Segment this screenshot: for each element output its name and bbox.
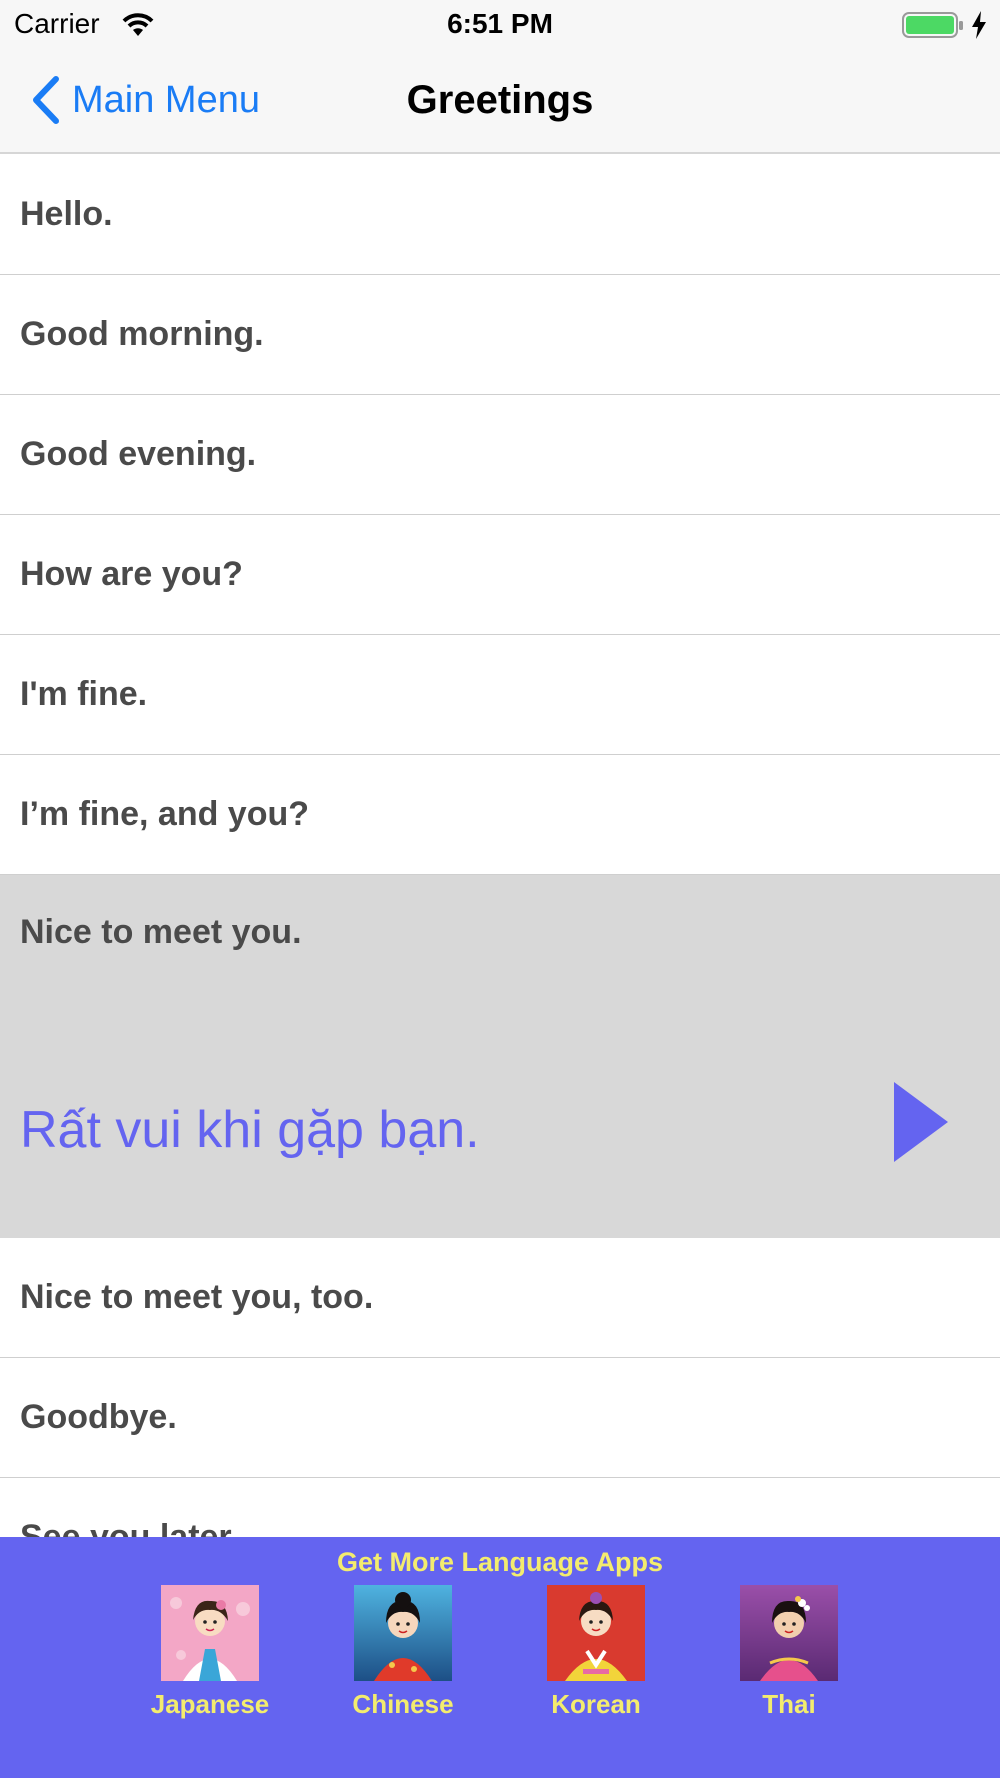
phrase-row[interactable]: Nice to meet you, too.: [0, 1238, 1000, 1358]
chinese-app-label: Chinese: [352, 1689, 454, 1719]
promo-title: Get More Language Apps: [336, 1547, 664, 1577]
chinese-girl-avatar-icon: [354, 1585, 452, 1681]
phrase-row[interactable]: Hello.: [0, 155, 1000, 275]
japanese-app-link[interactable]: Japanese: [125, 1585, 295, 1720]
phrase-row[interactable]: Goodbye.: [0, 1358, 1000, 1478]
phrase-label: See you later.: [20, 1518, 240, 1537]
phrase-row[interactable]: Good morning.: [0, 275, 1000, 395]
phrase-list[interactable]: Hello. Good morning. Good evening. How a…: [0, 155, 1000, 1537]
phrase-label: Hello.: [20, 195, 113, 233]
japanese-app-label: Japanese: [150, 1689, 270, 1719]
phrase-label: I'm fine.: [20, 675, 148, 713]
phrase-label: Nice to meet you.: [20, 913, 302, 951]
phrase-row-expanded[interactable]: Nice to meet you. Rất vui khi gặp bạn.: [0, 875, 1000, 1238]
phrase-row[interactable]: How are you?: [0, 515, 1000, 635]
phrase-label: I’m fine, and you?: [20, 795, 310, 833]
thai-app-link[interactable]: Thai: [704, 1585, 874, 1720]
phrase-row[interactable]: Good evening.: [0, 395, 1000, 515]
phrase-label: Good evening.: [20, 435, 257, 473]
battery-icon: [902, 12, 963, 38]
more-apps-banner: Get More Language Apps Japanese Chinese …: [0, 1537, 1000, 1778]
phrase-row[interactable]: I'm fine.: [0, 635, 1000, 755]
korean-girl-avatar-icon: [547, 1585, 645, 1681]
phrase-label: How are you?: [20, 555, 243, 593]
status-time: 6:51 PM: [447, 8, 553, 39]
thai-app-label: Thai: [762, 1689, 816, 1719]
play-audio-button[interactable]: [890, 1080, 952, 1164]
phrase-translation: Rất vui khi gặp bạn.: [20, 1101, 480, 1159]
korean-app-label: Korean: [551, 1689, 641, 1719]
korean-app-link[interactable]: Korean: [511, 1585, 681, 1720]
phrase-label: Good morning.: [20, 315, 264, 353]
phrase-row[interactable]: See you later.: [0, 1478, 1000, 1537]
page-title: Greetings: [406, 78, 594, 122]
phrase-label: Goodbye.: [20, 1398, 177, 1436]
japanese-girl-avatar-icon: [161, 1585, 259, 1681]
chinese-app-link[interactable]: Chinese: [318, 1585, 488, 1720]
phrase-label: Nice to meet you, too.: [20, 1278, 374, 1316]
thai-girl-avatar-icon: [740, 1585, 838, 1681]
charging-bolt-icon: [972, 11, 986, 39]
navigation-bar: Main Menu Greetings: [0, 50, 1000, 154]
status-bar: Carrier 6:51 PM: [0, 0, 1000, 50]
phrase-row[interactable]: I’m fine, and you?: [0, 755, 1000, 875]
